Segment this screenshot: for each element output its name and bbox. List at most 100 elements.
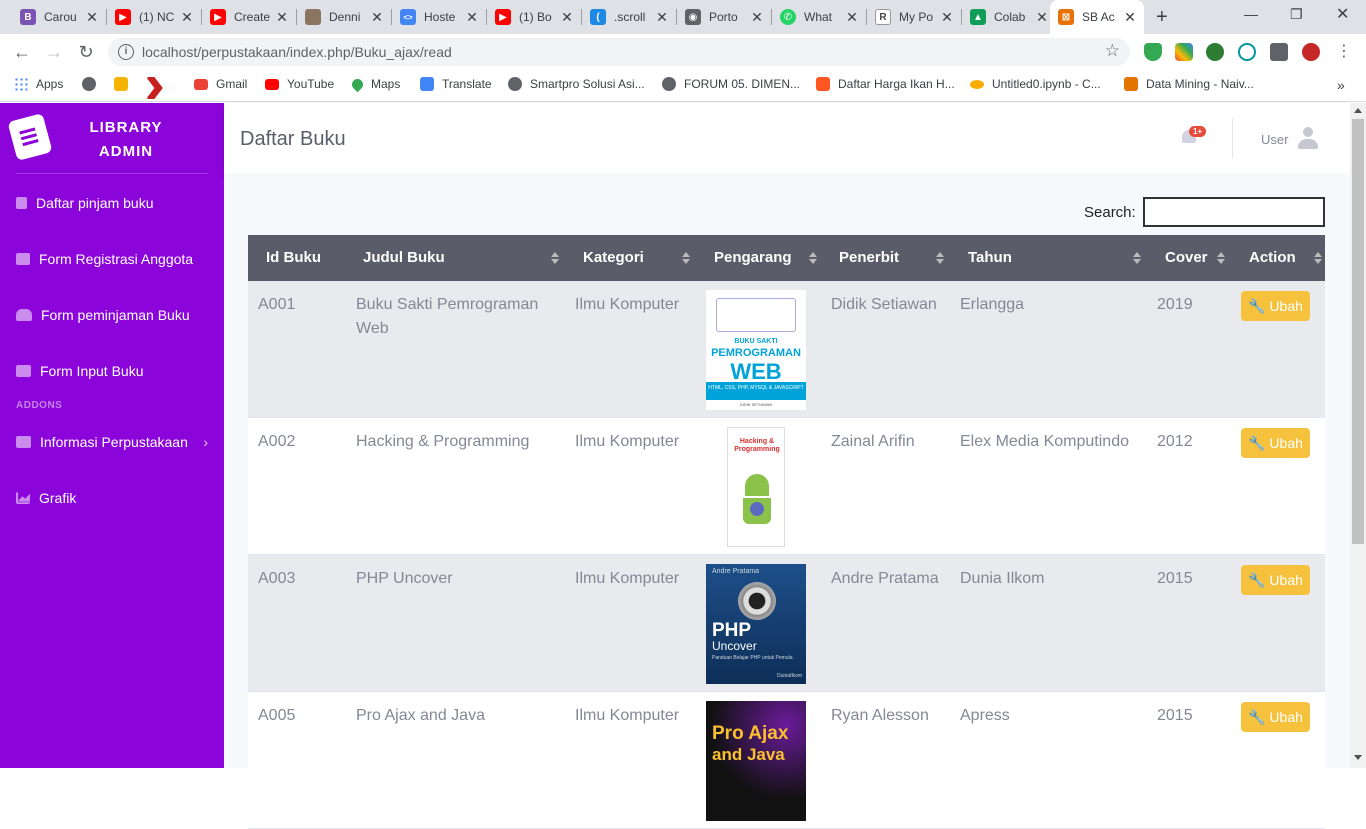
close-tab-icon[interactable]: ✕ (466, 9, 478, 26)
browser-tab[interactable]: B Carou ✕ (12, 0, 106, 34)
reload-icon[interactable]: ↻ (76, 42, 96, 62)
bookmark-gmail[interactable]: Gmail (194, 77, 247, 91)
close-tab-icon[interactable]: ✕ (941, 9, 953, 26)
sidebar-item-informasi[interactable]: Informasi Perpustakaan › (16, 434, 208, 450)
shield-extension-icon[interactable] (1144, 43, 1162, 61)
bookmark-translate[interactable]: Translate (420, 77, 492, 91)
browser-tab[interactable]: (.scroll ✕ (582, 0, 676, 34)
bookmark-smartpro[interactable]: Smartpro Solusi Asi... (508, 77, 645, 91)
edit-button[interactable]: 🔧 Ubah (1241, 428, 1310, 458)
edit-button[interactable]: 🔧 Ubah (1241, 565, 1310, 595)
column-header-kategori[interactable]: Kategori (583, 235, 644, 281)
tab-title: .scroll (614, 10, 646, 24)
address-bar[interactable]: i localhost/perpustakaan/index.php/Buku_… (108, 38, 1130, 66)
close-tab-icon[interactable]: ✕ (561, 9, 573, 26)
new-tab-button[interactable]: + (1156, 6, 1168, 29)
wrench-icon: 🔧 (1248, 709, 1266, 725)
close-tab-icon[interactable]: ✕ (371, 9, 383, 26)
bookmark-logo[interactable] (146, 77, 182, 99)
bookmark-label: Smartpro Solusi Asi... (530, 77, 645, 91)
close-tab-icon[interactable]: ✕ (1124, 9, 1136, 26)
youtube-favicon-icon: ▶ (210, 9, 226, 25)
kebab-menu-icon[interactable]: ⋮ (1334, 42, 1354, 62)
close-tab-icon[interactable]: ✕ (276, 9, 288, 26)
sort-icon[interactable] (1217, 252, 1225, 264)
profile-avatar[interactable] (1302, 43, 1320, 61)
tab-title: Create (234, 10, 271, 24)
bookmark-star-icon[interactable]: ☆ (1105, 41, 1120, 61)
sort-icon[interactable] (1133, 252, 1141, 264)
search-input[interactable] (1143, 197, 1325, 227)
sidebar-item-peminjaman[interactable]: Form peminjaman Buku (16, 307, 208, 323)
browser-tab[interactable]: ◉ Porto ✕ (677, 0, 771, 34)
arduino-extension-icon[interactable] (1238, 43, 1256, 61)
bookmark-blogger[interactable]: Daftar Harga Ikan H... (816, 77, 955, 91)
sort-icon[interactable] (936, 252, 944, 264)
browser-tab[interactable]: ▶ Create ✕ (202, 0, 296, 34)
bookmark-globe[interactable] (82, 77, 104, 91)
browser-tab[interactable]: ▶ (1) NC ✕ (107, 0, 201, 34)
sidebar-item-registrasi[interactable]: Form Registrasi Anggota (16, 251, 208, 267)
close-window-icon[interactable]: ✕ (1336, 4, 1349, 24)
brand[interactable]: LIBRARY ADMIN (0, 103, 224, 175)
edit-button[interactable]: 🔧 Ubah (1241, 702, 1310, 732)
cell-judul: PHP Uncover (356, 567, 556, 591)
url-path: /perpustakaan/index.php/Buku_ajax/read (197, 44, 452, 60)
page-scrollbar[interactable] (1350, 103, 1366, 768)
user-avatar-icon[interactable] (1297, 127, 1319, 151)
bookmark-datamining[interactable]: Data Mining - Naiv... (1124, 77, 1254, 91)
browser-tab[interactable]: Denni ✕ (297, 0, 391, 34)
browser-tab[interactable]: ✆ What ✕ (772, 0, 866, 34)
close-tab-icon[interactable]: ✕ (86, 9, 98, 26)
url-text[interactable]: localhost/perpustakaan/index.php/Buku_aj… (142, 44, 452, 60)
bookmark-youtube[interactable]: YouTube (265, 77, 334, 91)
sort-icon[interactable] (809, 252, 817, 264)
bookmark-label: Maps (371, 77, 401, 91)
back-arrow-icon[interactable]: ← (12, 42, 32, 62)
puzzle-extensions-icon[interactable] (1270, 43, 1288, 61)
sort-icon[interactable] (551, 252, 559, 264)
cover-line-1: Pro Ajax (712, 723, 789, 744)
column-header-penerbit[interactable]: Penerbit (839, 235, 899, 281)
forward-arrow-icon[interactable]: → (44, 42, 64, 62)
close-tab-icon[interactable]: ✕ (1036, 9, 1048, 26)
bookmark-forum[interactable]: FORUM 05. DIMEN... (662, 77, 800, 91)
close-tab-icon[interactable]: ✕ (846, 9, 858, 26)
globe-extension-icon[interactable] (1206, 43, 1224, 61)
column-header-action[interactable]: Action (1249, 235, 1296, 281)
bookmark-colab[interactable]: Untitled0.ipynb - C... (970, 77, 1101, 91)
scroll-up-arrow-icon[interactable] (1354, 108, 1362, 113)
sidebar-item-input-buku[interactable]: Form Input Buku (16, 363, 208, 379)
close-tab-icon[interactable]: ✕ (181, 9, 193, 26)
sort-icon[interactable] (1314, 252, 1322, 264)
sidebar-item-label: Informasi Perpustakaan (40, 434, 188, 450)
bookmark-apps[interactable]: Apps (14, 77, 63, 91)
close-tab-icon[interactable]: ✕ (751, 9, 763, 26)
color-extension-icon[interactable] (1175, 43, 1193, 61)
column-header-judul[interactable]: Judul Buku (363, 235, 445, 281)
minimize-window-icon[interactable]: — (1244, 6, 1258, 22)
user-name[interactable]: User (1261, 132, 1288, 147)
browser-tab[interactable]: ▶ (1) Bo ✕ (487, 0, 581, 34)
column-header-id[interactable]: Id Buku (266, 235, 321, 281)
column-header-tahun[interactable]: Tahun (968, 235, 1012, 281)
edit-button[interactable]: 🔧 Ubah (1241, 291, 1310, 321)
bookmarks-overflow-icon[interactable]: » (1337, 77, 1345, 93)
browser-tab[interactable]: R My Po ✕ (867, 0, 961, 34)
close-tab-icon[interactable]: ✕ (656, 9, 668, 26)
browser-tab[interactable]: ▲ Colab ✕ (962, 0, 1056, 34)
column-header-pengarang[interactable]: Pengarang (714, 235, 792, 281)
browser-tab-active[interactable]: ⊠ SB Ac ✕ (1050, 0, 1144, 34)
globe-favicon-icon: ◉ (685, 9, 701, 25)
sidebar-item-daftar-pinjam[interactable]: Daftar pinjam buku (16, 195, 208, 211)
browser-tab[interactable]: <> Hoste ✕ (392, 0, 486, 34)
site-info-icon[interactable]: i (118, 44, 134, 60)
bookmark-folder[interactable] (114, 77, 136, 91)
sidebar-item-grafik[interactable]: Grafik (16, 490, 208, 506)
column-header-cover[interactable]: Cover (1165, 235, 1208, 281)
bookmark-maps[interactable]: Maps (349, 76, 401, 92)
scrollbar-thumb[interactable] (1352, 119, 1364, 544)
sort-icon[interactable] (682, 252, 690, 264)
restore-window-icon[interactable]: ❐ (1290, 6, 1303, 23)
scroll-down-arrow-icon[interactable] (1354, 755, 1362, 760)
